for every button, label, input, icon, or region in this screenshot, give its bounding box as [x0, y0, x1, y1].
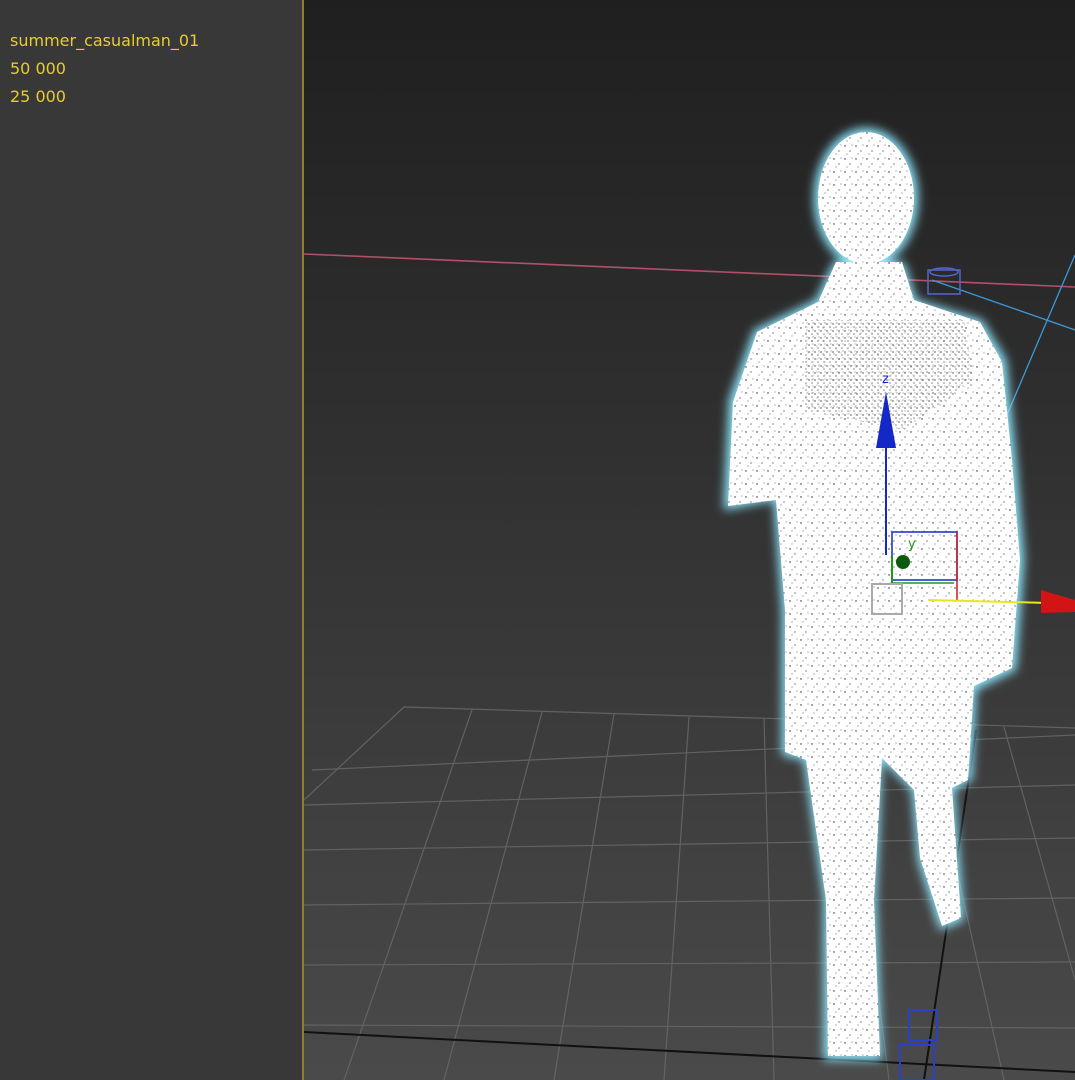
max-viewport-window: summer_casualman_01 50 000 25 000 z y — [0, 0, 1075, 1080]
viewport-statistics: summer_casualman_01 50 000 25 000 — [10, 27, 199, 111]
polygon-count-stat: 50 000 — [10, 59, 66, 78]
object-name-stat: summer_casualman_01 — [10, 31, 200, 50]
gizmo-y-label: y — [908, 537, 916, 552]
vertex-count-stat: 25 000 — [10, 87, 66, 106]
perspective-viewport[interactable]: z y — [304, 0, 1075, 1080]
gizmo-z-label: z — [882, 372, 889, 387]
left-viewport[interactable]: summer_casualman_01 50 000 25 000 — [0, 0, 302, 1080]
